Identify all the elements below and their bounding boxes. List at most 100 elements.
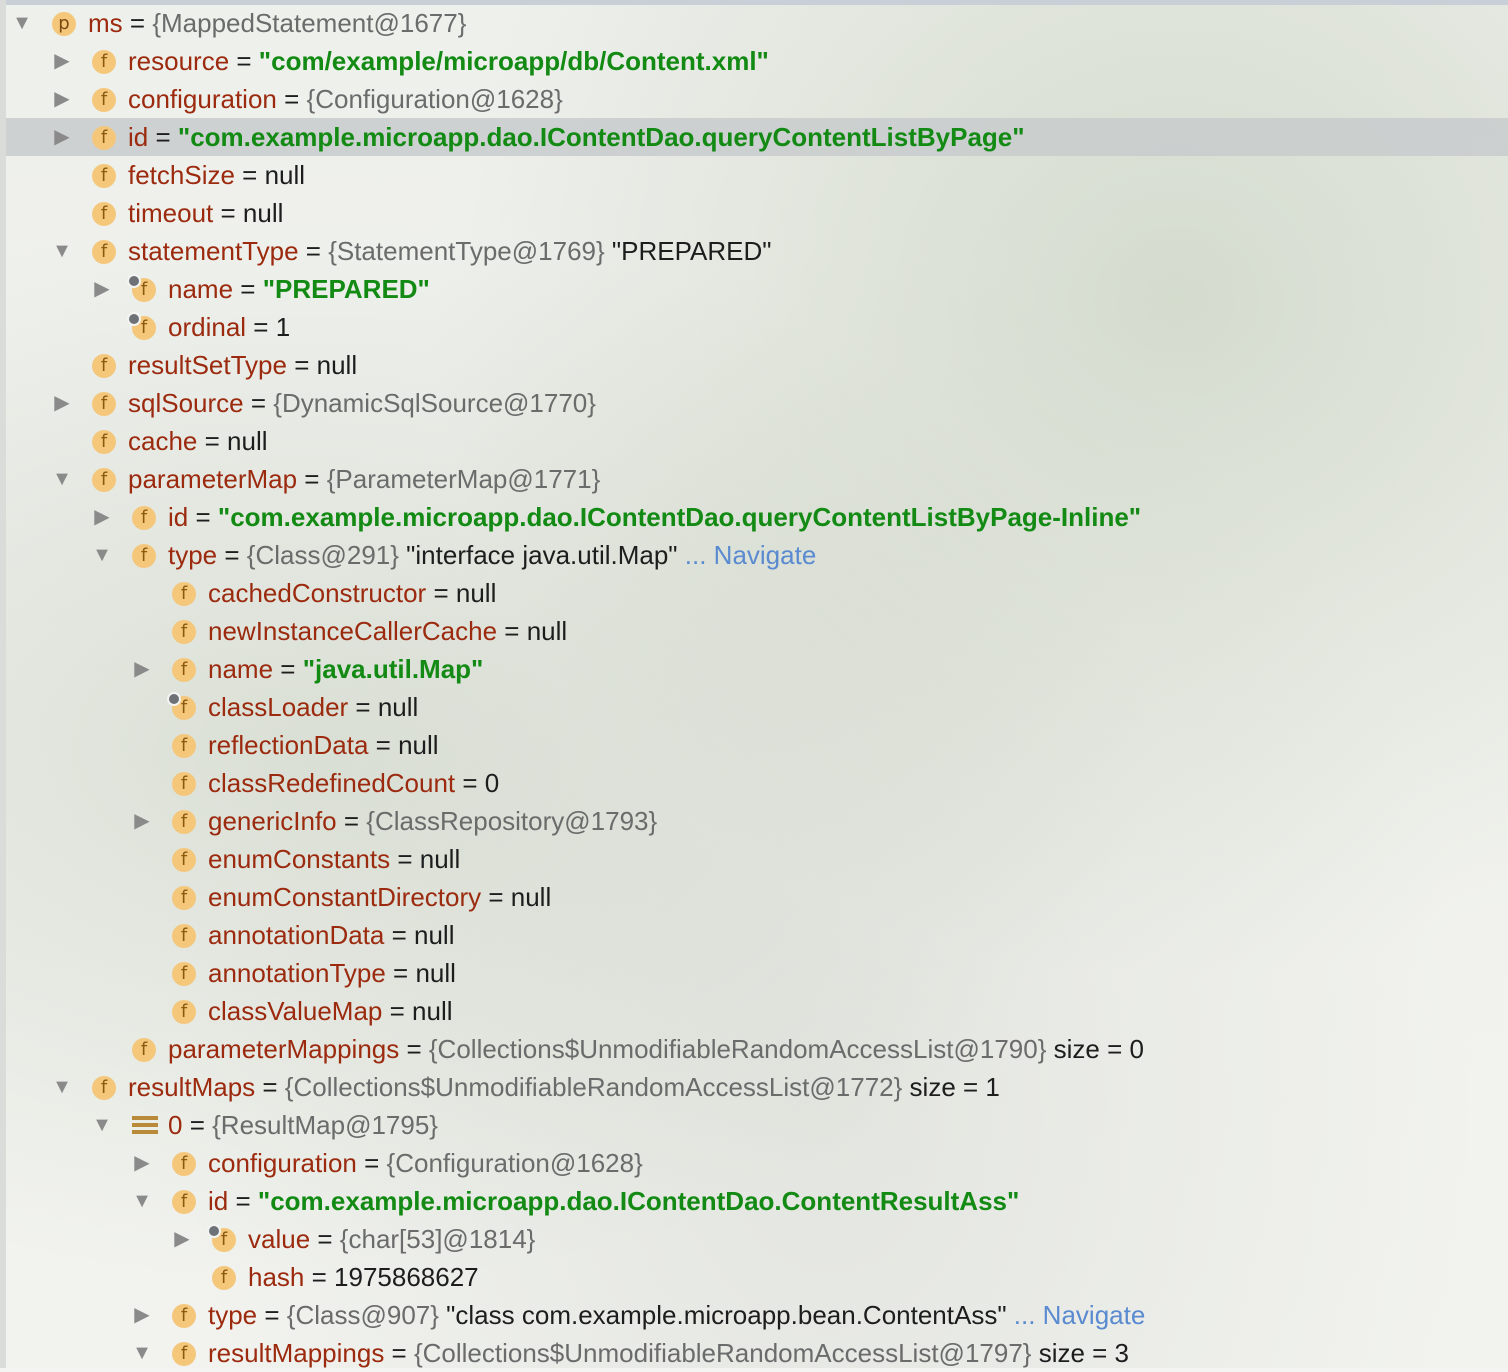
tree-row[interactable]: ▼ f id = "com.example.microapp.dao.IConten… <box>0 1182 1508 1220</box>
tree-row[interactable]: f classLoader = null <box>0 688 1508 726</box>
field-name: timeout <box>128 198 214 228</box>
field-icon: f <box>92 126 116 150</box>
tree-row[interactable]: ▼ 0 = {ResultMap@1795} <box>0 1106 1508 1144</box>
tree-row[interactable]: ▼ f resultMaps = {Collections$Unmodifiable… <box>0 1068 1508 1106</box>
expand-arrow-icon[interactable]: ▶ <box>90 498 114 536</box>
row-text: enumConstants = null <box>208 840 460 878</box>
tree-row[interactable]: ▶ f name = "java.util.Map" <box>0 650 1508 688</box>
field-name: value <box>248 1224 311 1254</box>
tree-row[interactable]: ▼ f statementType = {StatementType@1769} "… <box>0 232 1508 270</box>
tree-row[interactable]: ▶ f id = "com.example.microapp.dao.IConten… <box>0 118 1508 156</box>
expand-arrow-icon[interactable]: ▶ <box>50 118 74 156</box>
row-text: 0 = {ResultMap@1795} <box>168 1106 438 1144</box>
tree-row[interactable]: ▶ f resource = "com/example/microapp/db/Co… <box>0 42 1508 80</box>
tree-row[interactable]: ▶ f type = {Class@907} "class com.example.… <box>0 1296 1508 1334</box>
object-ref: {MappedStatement@1677} <box>152 8 467 38</box>
collapse-arrow-icon[interactable]: ▼ <box>50 460 74 498</box>
field-name: statementType <box>128 236 299 266</box>
equals-sign: = <box>246 312 276 342</box>
tree-row[interactable]: ▶ f genericInfo = {ClassRepository@1793} <box>0 802 1508 840</box>
collapse-arrow-icon[interactable]: ▼ <box>90 1106 114 1144</box>
tree-row[interactable]: ▶ f name = "PREPARED" <box>0 270 1508 308</box>
tree-row[interactable]: f cachedConstructor = null <box>0 574 1508 612</box>
expand-arrow-icon[interactable]: ▶ <box>50 80 74 118</box>
plain-value: "class com.example.microapp.bean.Content… <box>438 1300 1007 1330</box>
row-text: parameterMap = {ParameterMap@1771} <box>128 460 600 498</box>
equals-sign: = <box>234 160 265 190</box>
field-icon: f <box>172 1342 196 1366</box>
plain-value: null <box>242 198 284 228</box>
field-icon: f <box>92 164 116 188</box>
row-text: parameterMappings = {Collections$Unmodif… <box>168 1030 1144 1068</box>
equals-sign: = <box>122 8 153 38</box>
equals-sign: = <box>399 1034 429 1064</box>
tree-row[interactable]: f ordinal = 1 <box>0 308 1508 346</box>
pin-overlay-icon <box>127 312 141 326</box>
tree-row[interactable]: f reflectionData = null <box>0 726 1508 764</box>
tree-row[interactable]: f annotationData = null <box>0 916 1508 954</box>
field-icon: f <box>132 506 156 530</box>
equals-sign: = <box>426 578 456 608</box>
expand-arrow-icon[interactable]: ▶ <box>130 1144 154 1182</box>
equals-sign: = <box>481 882 511 912</box>
tree-row[interactable]: f annotationType = null <box>0 954 1508 992</box>
tree-row[interactable]: ▼ f resultMappings = {Collections$Unmodifi… <box>0 1334 1508 1372</box>
tree-row[interactable]: f classRedefinedCount = 0 <box>0 764 1508 802</box>
row-text: ordinal = 1 <box>168 308 290 346</box>
string-value: "com/example/microapp/db/Content.xml" <box>258 46 769 76</box>
row-text: annotationType = null <box>208 954 456 992</box>
tree-row[interactable]: ▶ f configuration = {Configuration@1628} <box>0 1144 1508 1182</box>
string-value: "java.util.Map" <box>302 654 484 684</box>
tree-row[interactable]: ▼ f parameterMap = {ParameterMap@1771} <box>0 460 1508 498</box>
row-text: type = {Class@907} "class com.example.mi… <box>208 1296 1145 1334</box>
tree-row[interactable]: ▼ f type = {Class@291} "interface java.uti… <box>0 536 1508 574</box>
expand-arrow-icon[interactable]: ▶ <box>90 270 114 308</box>
tree-row[interactable]: ▼ p ms = {MappedStatement@1677} <box>0 4 1508 42</box>
tree-row[interactable]: f cache = null <box>0 422 1508 460</box>
tree-row[interactable]: f enumConstants = null <box>0 840 1508 878</box>
tree-row[interactable]: f newInstanceCallerCache = null <box>0 612 1508 650</box>
row-text: resultMappings = {Collections$Unmodifiab… <box>208 1334 1129 1372</box>
equals-sign: = <box>276 84 307 114</box>
equals-sign: = <box>304 1262 335 1292</box>
equals-sign: = <box>348 692 378 722</box>
expand-arrow-icon[interactable]: ▶ <box>130 1296 154 1334</box>
field-name: fetchSize <box>128 160 235 190</box>
navigate-link[interactable]: ... Navigate <box>1007 1300 1146 1330</box>
equals-sign: = <box>257 1300 287 1330</box>
object-ref: {char[53]@1814} <box>339 1224 536 1254</box>
collapse-arrow-icon[interactable]: ▼ <box>90 536 114 574</box>
field-icon: f <box>172 582 196 606</box>
tree-row[interactable]: ▶ f sqlSource = {DynamicSqlSource@1770} <box>0 384 1508 422</box>
pin-overlay-icon <box>207 1224 221 1238</box>
collapse-arrow-icon[interactable]: ▼ <box>50 232 74 270</box>
tree-row[interactable]: f fetchSize = null <box>0 156 1508 194</box>
tree-row[interactable]: ▶ f value = {char[53]@1814} <box>0 1220 1508 1258</box>
tree-row[interactable]: f parameterMappings = {Collections$Unmodi… <box>0 1030 1508 1068</box>
collapse-arrow-icon[interactable]: ▼ <box>130 1334 154 1372</box>
equals-sign: = <box>310 1224 340 1254</box>
tree-row[interactable]: f enumConstantDirectory = null <box>0 878 1508 916</box>
expand-arrow-icon[interactable]: ▶ <box>170 1220 194 1258</box>
collapse-arrow-icon[interactable]: ▼ <box>50 1068 74 1106</box>
collapse-arrow-icon[interactable]: ▼ <box>10 4 34 42</box>
navigate-link[interactable]: ... Navigate <box>678 540 817 570</box>
plain-value: null <box>510 882 552 912</box>
equals-sign: = <box>356 1148 387 1178</box>
tree-row[interactable]: f timeout = null <box>0 194 1508 232</box>
tree-row[interactable]: ▶ f configuration = {Configuration@1628} <box>0 80 1508 118</box>
field-icon: f <box>172 810 196 834</box>
string-value: "PREPARED" <box>262 274 430 304</box>
expand-arrow-icon[interactable]: ▶ <box>130 650 154 688</box>
collapse-arrow-icon[interactable]: ▼ <box>130 1182 154 1220</box>
tree-row[interactable]: f resultSetType = null <box>0 346 1508 384</box>
tree-row[interactable]: ▶ f id = "com.example.microapp.dao.IConten… <box>0 498 1508 536</box>
expand-arrow-icon[interactable]: ▶ <box>50 42 74 80</box>
tree-row[interactable]: f classValueMap = null <box>0 992 1508 1030</box>
expand-arrow-icon[interactable]: ▶ <box>50 384 74 422</box>
expand-arrow-icon[interactable]: ▶ <box>130 802 154 840</box>
tree-row[interactable]: f hash = 1975868627 <box>0 1258 1508 1296</box>
plain-value: size = 3 <box>1031 1338 1130 1368</box>
row-text: classLoader = null <box>208 688 418 726</box>
equals-sign: = <box>455 768 485 798</box>
